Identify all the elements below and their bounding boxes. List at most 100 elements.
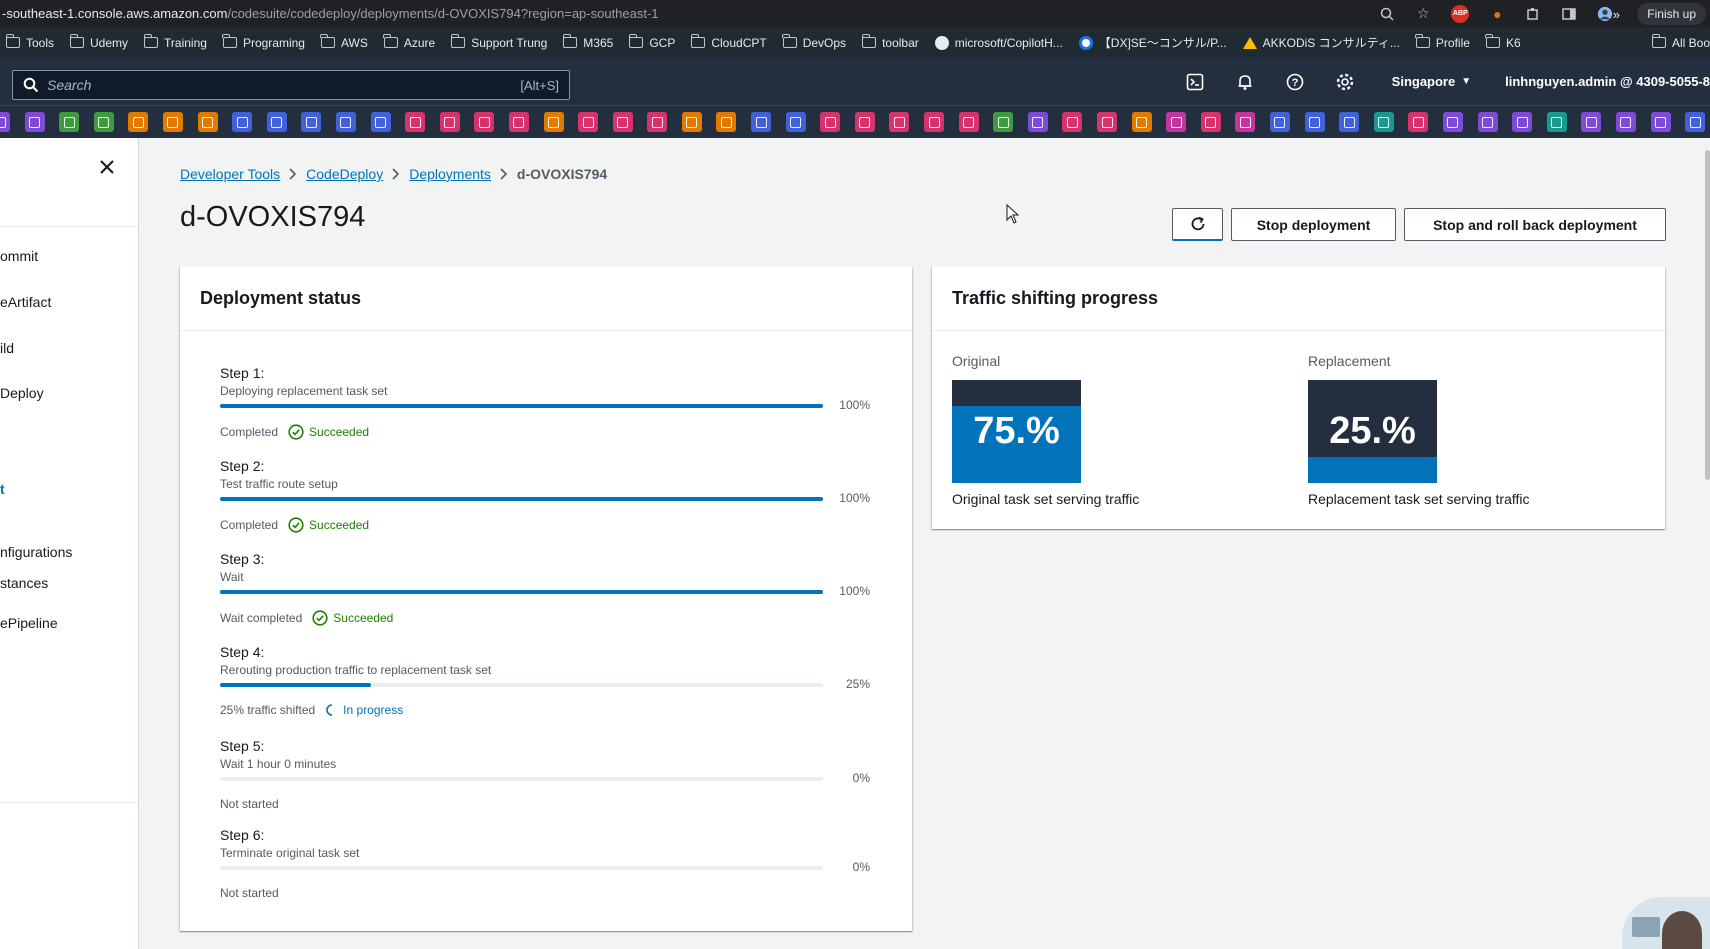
bookmark-item[interactable]: Profile (1410, 34, 1480, 50)
refresh-button[interactable] (1172, 208, 1223, 241)
service-favorite-icon[interactable] (681, 112, 702, 132)
bookmark-item[interactable]: DevOps (777, 34, 856, 50)
bookmark-item[interactable]: GCP (623, 34, 685, 50)
help-icon[interactable]: ? (1270, 73, 1320, 91)
service-favorite-icon[interactable] (128, 112, 149, 132)
close-icon[interactable] (98, 158, 116, 176)
service-favorite-icon[interactable] (1131, 112, 1152, 132)
region-selector[interactable]: Singapore ▼ (1392, 74, 1471, 89)
sidebar-item-codeartifact[interactable]: eArtifact (0, 294, 51, 310)
console-search-input[interactable]: Search [Alt+S] (12, 70, 570, 100)
service-favorite-icon[interactable] (474, 112, 495, 132)
cloudshell-icon[interactable] (1170, 73, 1220, 91)
service-favorite-icon[interactable] (370, 112, 391, 132)
bookmark-item[interactable]: AWS (315, 34, 378, 50)
service-favorite-icon[interactable] (1166, 112, 1187, 132)
bookmark-item[interactable]: microsoft/CopilotH... (929, 35, 1073, 50)
service-favorite-icon[interactable] (1685, 112, 1706, 132)
service-favorite-icon[interactable] (439, 112, 460, 132)
bookmark-item[interactable]: toolbar (856, 34, 929, 50)
finish-update-button[interactable]: Finish up (1637, 2, 1706, 25)
service-favorite-icon[interactable] (301, 112, 322, 132)
bookmark-item[interactable]: Azure (378, 34, 445, 50)
service-favorite-icon[interactable] (335, 112, 356, 132)
service-favorite-icon[interactable] (993, 112, 1014, 132)
service-favorite-icon[interactable] (1304, 112, 1325, 132)
service-favorite-icon[interactable] (924, 112, 945, 132)
service-favorite-icon[interactable] (1200, 112, 1221, 132)
service-favorite-icon[interactable] (24, 112, 45, 132)
fox-extension-icon[interactable]: ● (1489, 6, 1505, 22)
sidebar-item-codebuild[interactable]: ild (0, 340, 14, 356)
service-favorite-icon[interactable] (162, 112, 183, 132)
service-favorite-icon[interactable] (405, 112, 426, 132)
bookmarks-more-button[interactable]: » (1613, 7, 1620, 22)
breadcrumb-deployments[interactable]: Deployments (409, 166, 491, 182)
service-favorite-icon[interactable] (1650, 112, 1671, 132)
service-favorite-icon[interactable] (1062, 112, 1083, 132)
notifications-bell-icon[interactable] (1220, 73, 1270, 91)
profile-avatar-icon[interactable] (1597, 6, 1613, 22)
sidebar-item-codepipeline[interactable]: ePipeline (0, 615, 58, 631)
adblock-extension-icon[interactable]: ABP (1451, 4, 1470, 23)
service-favorite-icon[interactable] (1408, 112, 1429, 132)
service-favorite-icon[interactable] (1442, 112, 1463, 132)
service-favorite-icon[interactable] (508, 112, 529, 132)
sidebar-item-deployments[interactable]: t (0, 481, 5, 497)
service-favorite-icon[interactable] (1477, 112, 1498, 132)
service-favorite-icon[interactable] (59, 112, 80, 132)
service-favorite-icon[interactable] (1027, 112, 1048, 132)
service-favorite-icon[interactable] (958, 112, 979, 132)
service-favorite-icon[interactable] (1339, 112, 1360, 132)
service-favorite-icon[interactable] (612, 112, 633, 132)
service-favorite-icon[interactable] (1581, 112, 1602, 132)
service-favorite-icon[interactable] (543, 112, 564, 132)
service-favorite-icon[interactable] (1546, 112, 1567, 132)
sidebar-item-deployment-configurations[interactable]: nfigurations (0, 544, 72, 560)
bookmark-item[interactable]: Tools (0, 34, 64, 50)
zoom-icon[interactable] (1379, 6, 1395, 22)
all-bookmarks-button[interactable]: All Bookmarks (1644, 27, 1710, 58)
service-favorite-icon[interactable] (1269, 112, 1290, 132)
sidebar-item-codedeploy[interactable]: Deploy (0, 385, 44, 401)
bookmark-item[interactable]: Support Trung (445, 34, 557, 50)
service-favorite-icon[interactable] (578, 112, 599, 132)
service-favorite-icon[interactable] (716, 112, 737, 132)
page-scrollbar[interactable] (1705, 150, 1710, 480)
service-favorite-icon[interactable] (1373, 112, 1394, 132)
stop-and-rollback-button[interactable]: Stop and roll back deployment (1404, 208, 1666, 241)
service-favorite-icon[interactable] (93, 112, 114, 132)
account-menu[interactable]: linhnguyen.admin @ 4309-5055-8 (1505, 74, 1710, 89)
service-favorite-icon[interactable] (785, 112, 806, 132)
bookmark-item[interactable]: Training (138, 34, 217, 50)
extensions-puzzle-icon[interactable] (1525, 6, 1541, 22)
breadcrumb-developer-tools[interactable]: Developer Tools (180, 166, 280, 182)
service-favorite-icon[interactable] (1512, 112, 1533, 132)
bookmark-item[interactable]: K6 (1480, 34, 1531, 50)
sidebar-item-on-premises-instances[interactable]: stances (0, 575, 48, 591)
service-favorite-icon[interactable] (1615, 112, 1636, 132)
service-favorite-icon[interactable] (197, 112, 218, 132)
service-favorite-icon[interactable] (889, 112, 910, 132)
bookmark-item[interactable]: Programing (217, 34, 315, 50)
sidebar-item-codecommit[interactable]: ommit (0, 248, 38, 264)
service-favorite-icon[interactable] (751, 112, 772, 132)
browser-address-bar[interactable]: -southeast-1.console.aws.amazon.com/code… (0, 0, 1710, 27)
service-favorite-icon[interactable] (0, 112, 10, 132)
service-favorite-icon[interactable] (1235, 112, 1256, 132)
bookmark-item[interactable]: Udemy (64, 34, 138, 50)
service-favorite-icon[interactable] (647, 112, 668, 132)
bookmark-item[interactable]: CloudCPT (685, 34, 776, 50)
settings-gear-icon[interactable] (1320, 73, 1370, 91)
bookmark-star-icon[interactable]: ☆ (1415, 5, 1431, 22)
breadcrumb-codedeploy[interactable]: CodeDeploy (306, 166, 383, 182)
service-favorite-icon[interactable] (854, 112, 875, 132)
service-favorite-icon[interactable] (232, 112, 253, 132)
service-favorite-icon[interactable] (266, 112, 287, 132)
service-favorite-icon[interactable] (820, 112, 841, 132)
bookmark-item[interactable]: M365 (557, 34, 623, 50)
stop-deployment-button[interactable]: Stop deployment (1231, 208, 1396, 241)
bookmark-item[interactable]: AKKODiS コンサルティ... (1237, 34, 1410, 51)
bookmark-item[interactable]: 【DX]SE～コンサル/P... (1073, 34, 1237, 51)
side-panel-icon[interactable] (1561, 6, 1577, 22)
